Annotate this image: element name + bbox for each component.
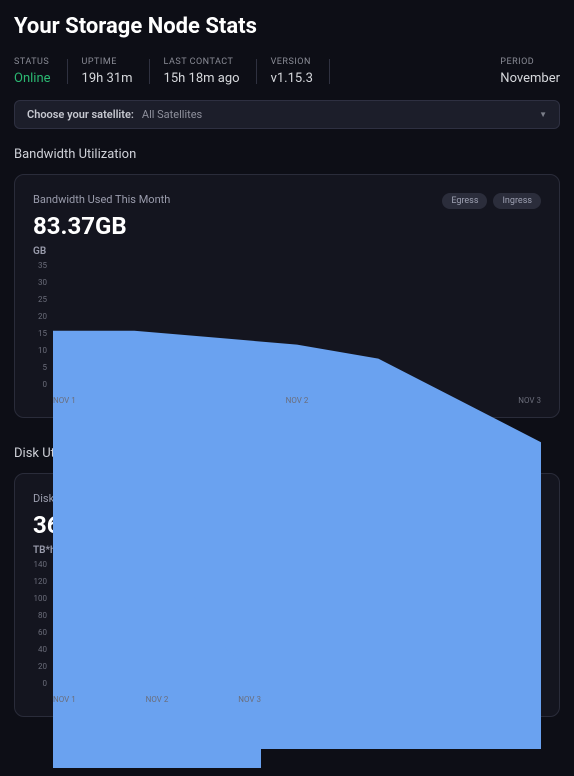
- satellite-select-value: All Satellites: [142, 108, 202, 121]
- stat-period-value: November: [500, 71, 560, 86]
- stat-last-contact: LAST CONTACT 15h 18m ago: [164, 57, 256, 86]
- bandwidth-chart: 35302520151050 NOV 1NOV 2NOV 3: [47, 261, 541, 409]
- satellite-select-label: Choose your satellite:: [27, 108, 134, 121]
- stat-last-contact-value: 15h 18m ago: [164, 71, 240, 86]
- stat-status-label: STATUS: [14, 57, 51, 67]
- page-title: Your Storage Node Stats: [14, 14, 560, 39]
- stat-version-label: VERSION: [271, 57, 313, 67]
- bandwidth-card: Bandwidth Used This Month 83.37GB GB Egr…: [14, 174, 560, 418]
- section-title-bandwidth: Bandwidth Utilization: [14, 147, 560, 162]
- stat-version-value: v1.15.3: [271, 71, 313, 86]
- divider: [149, 59, 150, 84]
- stat-last-contact-label: LAST CONTACT: [164, 57, 240, 67]
- divider: [256, 59, 257, 84]
- stat-status-value: Online: [14, 71, 51, 86]
- stat-uptime-value: 19h 31m: [82, 71, 133, 86]
- stat-uptime: UPTIME 19h 31m: [82, 57, 149, 86]
- stat-version: VERSION v1.15.3: [271, 57, 329, 86]
- stat-uptime-label: UPTIME: [82, 57, 133, 67]
- bandwidth-card-title: Bandwidth Used This Month: [33, 193, 170, 206]
- bandwidth-total: 83.37GB: [33, 212, 170, 240]
- disk-used-chart: 140120100806040200 NOV 1NOV 2NOV 3: [47, 560, 261, 708]
- stat-status: STATUS Online: [14, 57, 67, 86]
- stats-row: STATUS Online UPTIME 19h 31m LAST CONTAC…: [14, 57, 560, 86]
- divider: [329, 59, 330, 84]
- satellite-select[interactable]: Choose your satellite: All Satellites ▼: [14, 100, 560, 129]
- stat-period-label: PERIOD: [500, 57, 560, 67]
- bandwidth-unit: GB: [33, 246, 170, 257]
- chevron-down-icon: ▼: [539, 110, 547, 119]
- divider: [67, 59, 68, 84]
- pill-egress[interactable]: Egress: [442, 193, 487, 209]
- pill-ingress[interactable]: Ingress: [493, 193, 541, 209]
- stat-period[interactable]: PERIOD November: [500, 57, 560, 86]
